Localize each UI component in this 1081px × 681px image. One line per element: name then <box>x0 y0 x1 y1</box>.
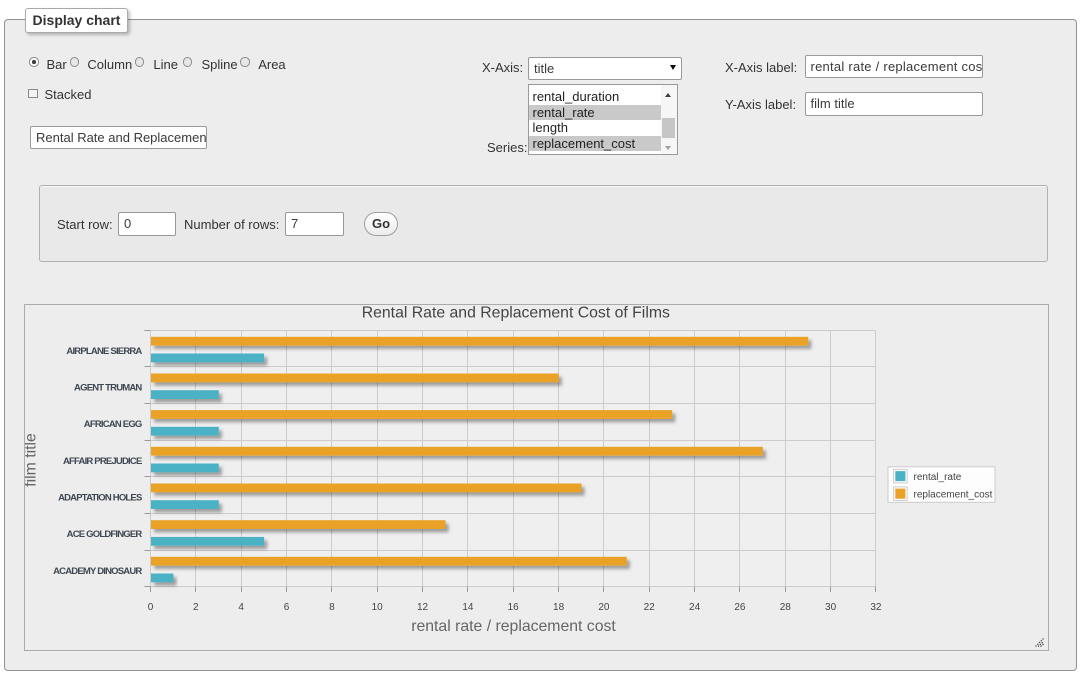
svg-text:AFRICAN EGG: AFRICAN EGG <box>84 419 142 430</box>
svg-text:ACADEMY DINOSAUR: ACADEMY DINOSAUR <box>53 566 142 577</box>
svg-text:AFFAIR PREJUDICE: AFFAIR PREJUDICE <box>63 456 142 467</box>
svg-text:rental rate / replacement cost: rental rate / replacement cost <box>411 618 616 635</box>
svg-text:16: 16 <box>508 602 520 613</box>
svg-text:20: 20 <box>598 602 610 613</box>
svg-text:14: 14 <box>462 602 474 613</box>
svg-text:AIRPLANE SIERRA: AIRPLANE SIERRA <box>66 346 142 357</box>
svg-text:ACE GOLDFINGER: ACE GOLDFINGER <box>67 529 143 540</box>
svg-text:26: 26 <box>734 602 746 613</box>
svg-text:28: 28 <box>780 602 792 613</box>
svg-text:12: 12 <box>417 602 429 613</box>
svg-text:4: 4 <box>238 602 244 613</box>
svg-text:Rental Rate and Replacement Co: Rental Rate and Replacement Cost of Film… <box>362 305 670 321</box>
svg-text:2: 2 <box>193 602 199 613</box>
svg-text:10: 10 <box>372 602 384 613</box>
svg-text:film title: film title <box>25 433 40 487</box>
svg-text:30: 30 <box>825 602 837 613</box>
svg-text:32: 32 <box>870 602 882 613</box>
svg-text:8: 8 <box>329 602 335 613</box>
svg-text:rental_rate: rental_rate <box>914 472 962 483</box>
svg-text:22: 22 <box>644 602 656 613</box>
svg-text:AGENT TRUMAN: AGENT TRUMAN <box>74 383 142 394</box>
svg-text:6: 6 <box>284 602 290 613</box>
svg-text:replacement_cost: replacement_cost <box>914 489 993 500</box>
svg-text:0: 0 <box>148 602 154 613</box>
svg-text:18: 18 <box>553 602 565 613</box>
svg-text:ADAPTATION HOLES: ADAPTATION HOLES <box>58 493 142 504</box>
svg-text:24: 24 <box>689 602 701 613</box>
